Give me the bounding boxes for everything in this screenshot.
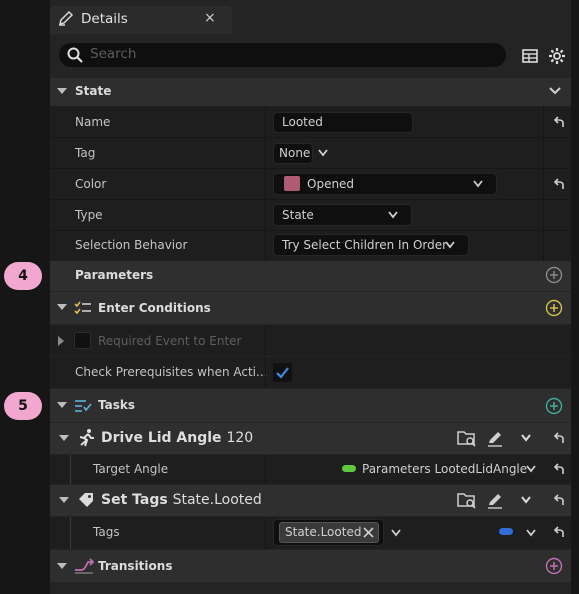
type-label: Type [75, 208, 103, 222]
chevron-down-icon[interactable] [520, 495, 532, 505]
tasks-icon [74, 397, 92, 413]
add-condition-icon[interactable] [545, 299, 563, 317]
row-divider [50, 137, 571, 138]
reset-arrow-icon[interactable] [552, 431, 566, 445]
reset-arrow-icon[interactable] [552, 462, 566, 476]
reset-arrow-icon[interactable] [552, 115, 566, 129]
running-person-icon [76, 428, 96, 448]
tab-title: Details [81, 11, 128, 27]
selection-behavior-value: Try Select Children In Order [282, 238, 448, 252]
collapse-arrow-icon[interactable] [56, 86, 68, 96]
name-value: Looted [282, 115, 323, 129]
color-swatch [284, 176, 300, 191]
add-task-icon[interactable] [545, 397, 563, 415]
pencil-icon [57, 9, 75, 27]
color-label: Color [75, 177, 107, 191]
task-suffix: 120 [226, 430, 254, 446]
task-name: Drive Lid Angle [101, 430, 222, 446]
binding-indicator [499, 528, 513, 535]
binding-indicator [342, 465, 356, 472]
column-separator [265, 357, 266, 388]
add-transition-icon[interactable] [545, 557, 563, 575]
column-separator [265, 106, 266, 261]
check-prerequisites-label: Check Prerequisites when Acti... [75, 365, 268, 379]
settings-gear-icon[interactable] [547, 46, 567, 66]
chevron-down-icon[interactable] [525, 528, 537, 538]
reset-arrow-icon[interactable] [552, 177, 566, 191]
checklist-icon [74, 300, 92, 316]
close-tab-button[interactable]: × [204, 10, 216, 26]
collapse-arrow-icon[interactable] [58, 433, 70, 443]
chevron-down-icon[interactable] [548, 85, 562, 97]
state-section-header[interactable] [50, 78, 571, 106]
tag-icon [77, 490, 95, 508]
name-label: Name [75, 115, 111, 129]
column-separator [265, 455, 266, 484]
collapse-arrow-icon[interactable] [56, 302, 68, 312]
callout-badge-5: 5 [4, 392, 42, 420]
chevron-down-icon[interactable] [387, 210, 399, 220]
edit-pencil-icon[interactable] [486, 429, 504, 447]
column-separator [543, 106, 544, 261]
browse-asset-icon[interactable] [457, 428, 477, 448]
enter-conditions-label: Enter Conditions [98, 301, 211, 315]
tag-chip-label: State.Looted [285, 525, 362, 539]
parameters-label: Parameters [75, 268, 154, 282]
row-divider [50, 199, 571, 200]
search-placeholder: Search [90, 46, 137, 62]
color-value: Opened [307, 177, 355, 191]
check-prerequisites-checkbox[interactable] [273, 363, 292, 382]
state-header-label: State [75, 84, 112, 98]
collapse-arrow-icon[interactable] [56, 561, 68, 571]
tag-value: None [279, 146, 311, 160]
tags-label: Tags [93, 525, 120, 539]
type-value: State [282, 208, 314, 222]
edit-pencil-icon[interactable] [486, 491, 504, 509]
add-parameter-icon[interactable] [545, 266, 563, 284]
row-divider [50, 230, 571, 231]
tree-line [70, 455, 71, 484]
target-angle-binding[interactable]: Parameters LootedLidAngle [362, 462, 527, 476]
browse-asset-icon[interactable] [457, 490, 477, 510]
tree-line [70, 517, 71, 549]
task-suffix: State.Looted [172, 492, 262, 508]
chevron-down-icon[interactable] [317, 148, 329, 158]
chevron-down-icon[interactable] [472, 179, 484, 189]
table-view-icon[interactable] [521, 47, 539, 65]
transitions-label: Transitions [98, 559, 173, 573]
drive-lid-angle-title: Drive Lid Angle 120 [101, 430, 253, 446]
row-divider [50, 168, 571, 169]
callout-badge-4: 4 [4, 262, 42, 290]
transition-icon [74, 557, 94, 575]
search-icon [66, 46, 84, 64]
required-event-checkbox[interactable] [74, 332, 91, 349]
chevron-down-icon[interactable] [390, 528, 402, 538]
collapse-arrow-icon[interactable] [56, 400, 68, 410]
tasks-label: Tasks [98, 398, 136, 412]
tag-label: Tag [75, 146, 96, 160]
chevron-down-icon[interactable] [444, 240, 456, 250]
reset-arrow-icon[interactable] [552, 493, 566, 507]
task-name: Set Tags [101, 492, 168, 508]
column-separator [265, 517, 266, 549]
reset-arrow-icon[interactable] [552, 525, 566, 539]
expand-arrow-icon[interactable] [56, 335, 66, 347]
selection-behavior-label: Selection Behavior [75, 238, 188, 252]
column-separator [265, 325, 266, 356]
target-angle-label: Target Angle [93, 462, 169, 476]
required-event-label: Required Event to Enter [98, 334, 242, 348]
chevron-down-icon[interactable] [520, 433, 532, 443]
chevron-down-icon[interactable] [525, 464, 537, 474]
set-tags-title: Set Tags State.Looted [101, 492, 262, 508]
collapse-arrow-icon[interactable] [58, 495, 70, 505]
remove-tag-icon[interactable] [363, 527, 374, 538]
